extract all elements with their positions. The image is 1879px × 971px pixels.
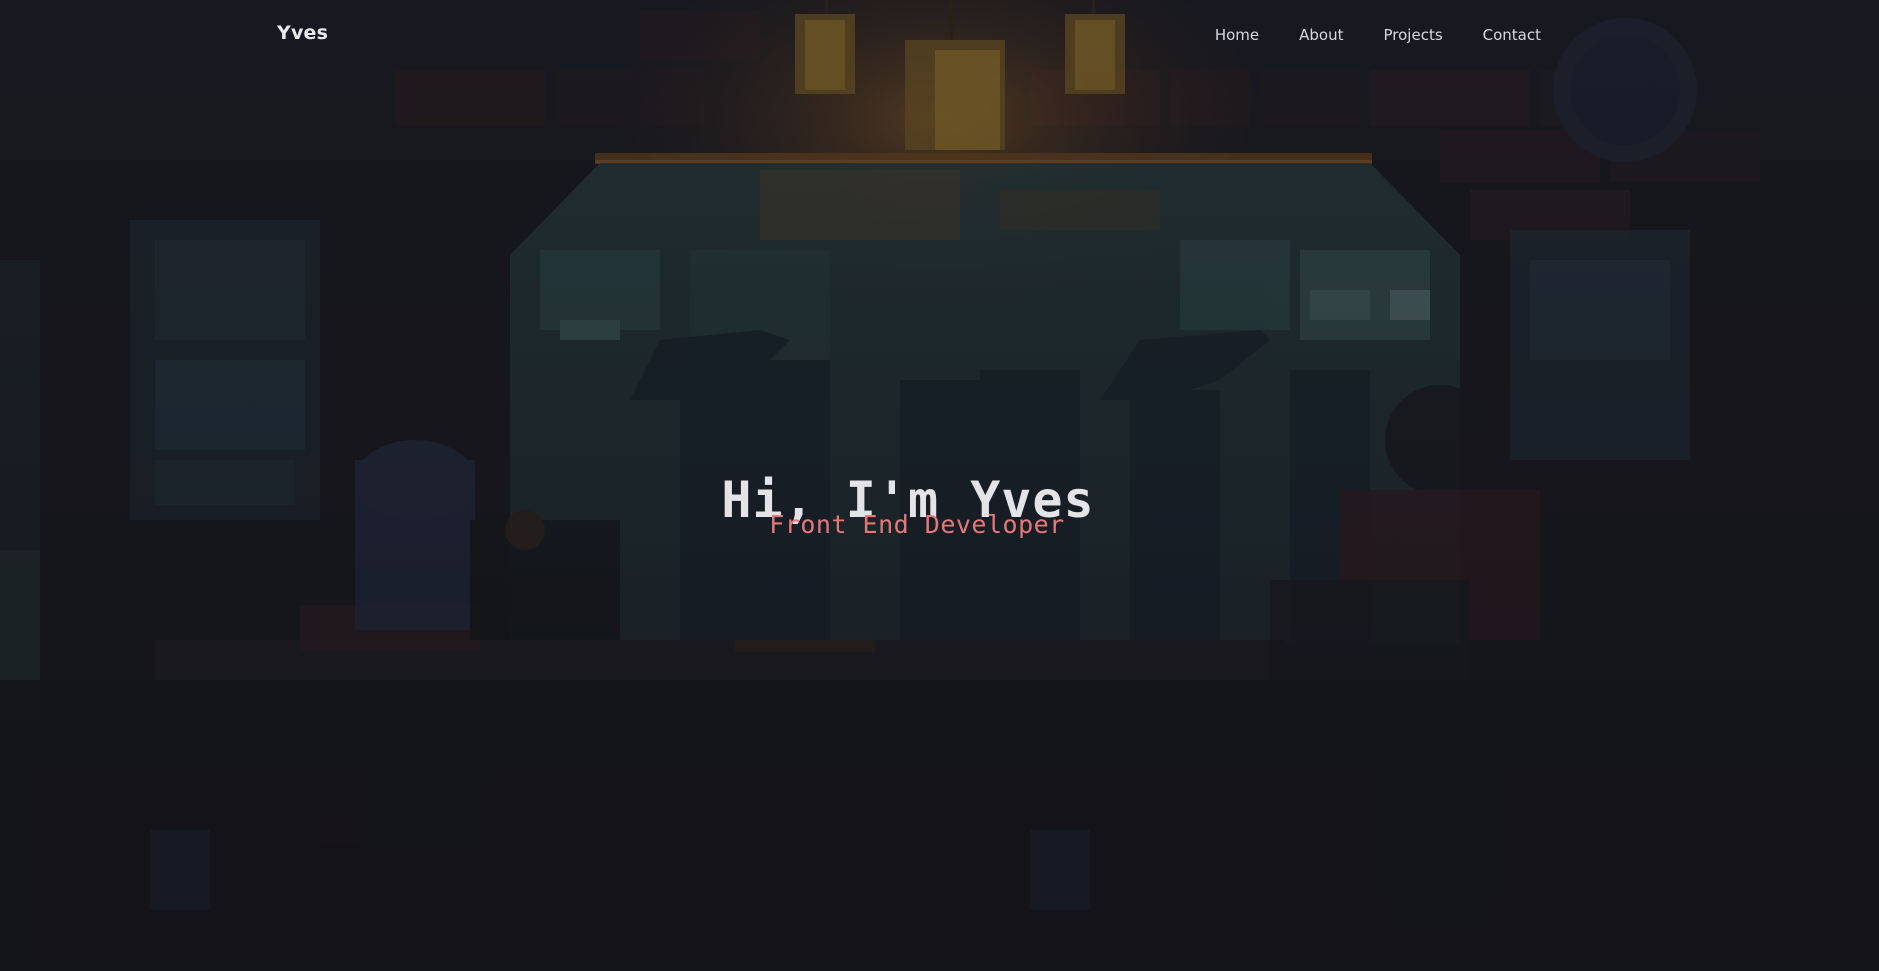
top-navbar: Yves Home About Projects Contact: [0, 0, 1879, 72]
nav-link-home[interactable]: Home: [1215, 26, 1259, 44]
hero-background-image: [0, 0, 1879, 971]
brand-logo[interactable]: Yves: [277, 22, 328, 44]
nav-links: Home About Projects Contact: [1215, 26, 1541, 44]
nav-link-about[interactable]: About: [1299, 26, 1343, 44]
nav-link-contact[interactable]: Contact: [1483, 26, 1541, 44]
page: Yves Home About Projects Contact Hi, I'm…: [0, 0, 1879, 971]
nav-link-projects[interactable]: Projects: [1384, 26, 1443, 44]
